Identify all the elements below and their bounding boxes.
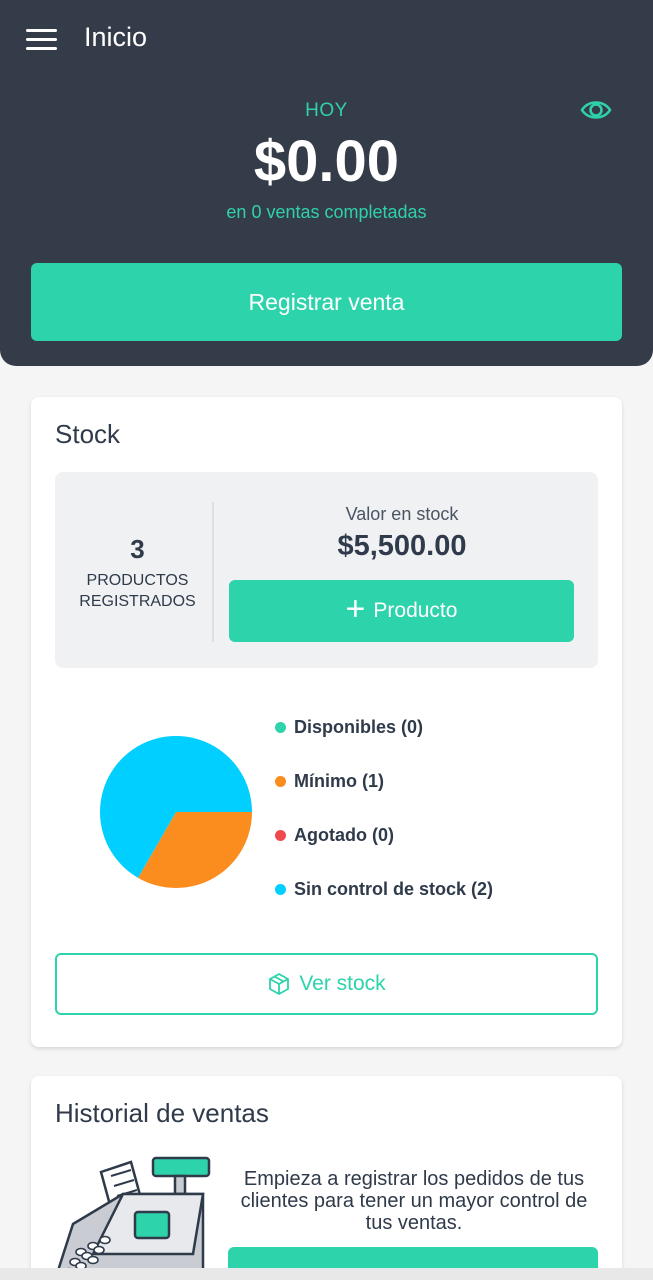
period-label: HOY xyxy=(305,100,348,121)
stock-value: $5,500.00 xyxy=(337,530,467,562)
legend-dot xyxy=(275,830,286,841)
legend-dot xyxy=(275,884,286,895)
legend-dot xyxy=(275,722,286,733)
legend-label: Mínimo (1) xyxy=(294,771,384,791)
sales-history-empty-text: Empieza a registrar los pedidos de tus c… xyxy=(240,1168,588,1234)
add-product-label: Producto xyxy=(373,599,458,622)
stock-card: Stock 3 PRODUCTOS REGISTRADOS Valor en s… xyxy=(31,397,622,1047)
page-title: Inicio xyxy=(84,22,148,52)
sales-history-title: Historial de ventas xyxy=(55,1098,269,1128)
view-stock-button[interactable]: Ver stock xyxy=(55,953,598,1015)
view-stock-label: Ver stock xyxy=(299,972,386,995)
add-product-button[interactable]: + Producto xyxy=(229,580,574,642)
legend-item: Sin control de stock (2) xyxy=(275,879,493,900)
product-count: 3 xyxy=(130,534,145,564)
stock-title: Stock xyxy=(55,419,121,449)
product-count-label: PRODUCTOS REGISTRADOS xyxy=(79,572,196,610)
register-sale-button[interactable]: Registrar venta xyxy=(31,263,622,341)
legend-item: Disponibles (0) xyxy=(275,717,423,738)
summary-divider xyxy=(212,502,214,642)
cash-register-illustration xyxy=(53,1156,211,1280)
sales-count-subtitle: en 0 ventas completadas xyxy=(226,202,427,222)
hamburger-menu-icon[interactable] xyxy=(26,28,58,52)
plus-icon: + xyxy=(345,590,366,628)
legend-label: Agotado (0) xyxy=(294,825,394,845)
legend-dot xyxy=(275,776,286,787)
sales-history-card: Historial de ventas Empieza a registrar … xyxy=(31,1076,622,1280)
stock-summary-box: 3 PRODUCTOS REGISTRADOS Valor en stock $… xyxy=(55,472,598,668)
total-sales-amount: $0.00 xyxy=(253,129,400,194)
stock-pie-chart xyxy=(100,736,253,889)
bottom-edge xyxy=(0,1268,653,1280)
box-icon xyxy=(269,973,290,995)
legend-item: Agotado (0) xyxy=(275,825,394,846)
legend-label: Disponibles (0) xyxy=(294,717,424,737)
legend-item: Mínimo (1) xyxy=(275,771,384,792)
stock-value-label: Valor en stock xyxy=(345,504,459,524)
summary-header: Inicio HOY $0.00 en 0 ventas completadas… xyxy=(0,0,653,366)
legend-label: Sin control de stock (2) xyxy=(294,879,494,899)
